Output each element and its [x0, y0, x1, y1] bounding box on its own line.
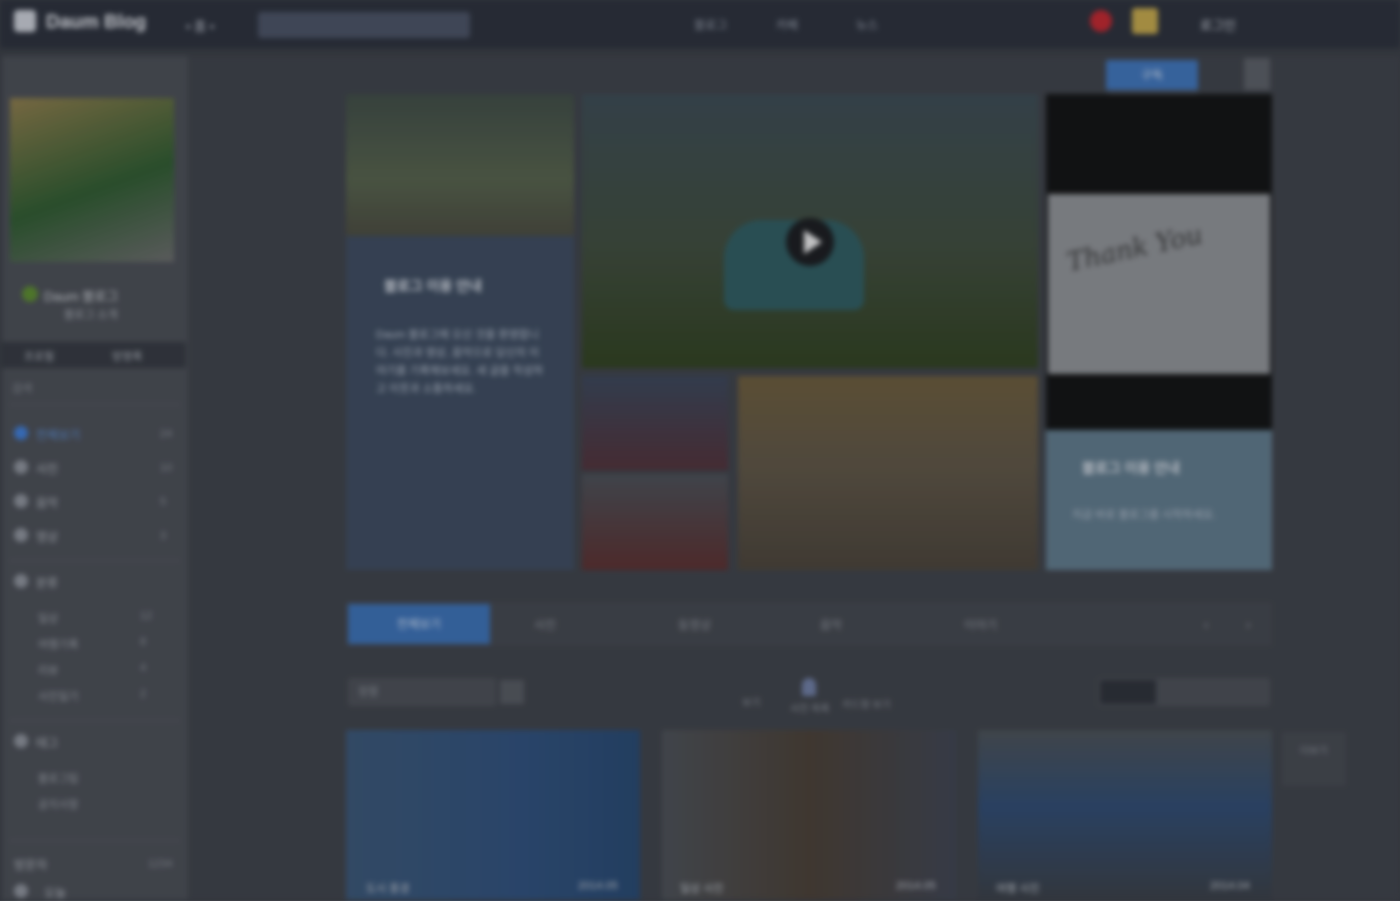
sidebar-divider: [10, 404, 180, 405]
category-count: 12: [140, 610, 153, 622]
tag-item[interactable]: 공지사항: [38, 796, 78, 812]
category-count: 2: [140, 688, 147, 700]
sidebar-item-music[interactable]: 음악: [36, 494, 58, 511]
sidebar-tab-guestbook[interactable]: 방명록: [112, 348, 142, 364]
brand-menu[interactable]: • 홈 •: [186, 16, 214, 35]
featured-card-title: 블로그 이용 안내: [384, 278, 482, 294]
today-icon: [14, 884, 28, 898]
post-card[interactable]: [662, 730, 956, 900]
sidebar-item-video[interactable]: 영상: [36, 528, 58, 545]
music-icon: [14, 494, 28, 508]
sidebar-divider: [10, 840, 180, 841]
user-avatar[interactable]: [1132, 8, 1158, 34]
more-widget[interactable]: [1282, 732, 1346, 786]
sidebar-section-tags[interactable]: 태그: [36, 734, 58, 751]
tab-photo[interactable]: 사진: [534, 616, 556, 633]
view-label: 카드형 보기: [842, 700, 891, 711]
sidebar-divider: [10, 720, 180, 721]
category-icon: [14, 574, 28, 588]
next-icon[interactable]: ›: [1246, 616, 1251, 632]
profile-name[interactable]: Daum 블로그: [44, 286, 118, 305]
tab-video[interactable]: 동영상: [678, 616, 711, 633]
sidebar-item-photo[interactable]: 사진: [36, 460, 58, 477]
post-card[interactable]: [978, 730, 1272, 900]
featured-card-text-light: 지금 바로 블로그를 시작하세요.: [1072, 509, 1216, 521]
tag-icon: [14, 734, 28, 748]
category-count: 4: [140, 662, 147, 674]
logo-icon[interactable]: [14, 10, 36, 32]
tab-music[interactable]: 음악: [820, 616, 842, 633]
sidebar-count: 24: [160, 428, 173, 440]
sort-chevron-icon[interactable]: [500, 680, 524, 704]
blog-page: Daum Blog • 홈 • 블로그 카페 뉴스 로그인 Daum 블로그 블…: [0, 0, 1400, 900]
sidebar-count: 5: [160, 496, 167, 508]
post-card-title: 여행 사진: [996, 883, 1040, 895]
category-item[interactable]: 여행기록: [38, 636, 78, 652]
category-item[interactable]: 사진일기: [38, 688, 78, 704]
featured-photo-beach[interactable]: [738, 376, 1038, 570]
sidebar-divider: [10, 560, 180, 561]
topnav-item-blog[interactable]: 블로그: [694, 16, 727, 33]
login-link[interactable]: 로그인: [1200, 15, 1236, 34]
topnav-item-cafe[interactable]: 카페: [776, 16, 798, 33]
scroll-handle[interactable]: [1244, 58, 1270, 90]
subscribe-button[interactable]: 구독: [1106, 60, 1198, 90]
sidebar-count: 10: [160, 462, 173, 474]
view-label: 보기: [742, 698, 761, 709]
brand-title[interactable]: Daum Blog: [46, 12, 146, 34]
sort-select[interactable]: 정렬: [348, 678, 496, 706]
post-card-date: 2014.05: [896, 880, 936, 892]
featured-card-text: Daum 블로그에 오신 것을 환영합니다. 사진과 영상, 음악으로 당신의 …: [376, 329, 544, 395]
post-card[interactable]: [346, 730, 640, 900]
view-toggle-card[interactable]: [1100, 680, 1156, 704]
record-icon[interactable]: [1090, 10, 1112, 32]
featured-photo-small[interactable]: [582, 376, 728, 470]
today-label: 오늘: [44, 886, 67, 900]
topnav-item-news[interactable]: 뉴스: [856, 16, 878, 33]
profile-photo[interactable]: [10, 98, 174, 262]
tab-story[interactable]: 이야기: [964, 616, 997, 633]
featured-photo-small[interactable]: [582, 474, 728, 570]
category-item[interactable]: 리뷰: [38, 662, 58, 678]
handwritten-note-image: [1048, 194, 1270, 374]
photo-icon: [14, 460, 28, 474]
search-input[interactable]: [258, 12, 470, 38]
featured-photo-tree[interactable]: [346, 94, 574, 236]
sidebar-section-category[interactable]: 분류: [36, 574, 58, 591]
all-posts-icon: [14, 426, 28, 440]
sidebar-search[interactable]: 검색: [12, 380, 32, 396]
sidebar-count: 3: [160, 530, 167, 542]
profile-subtitle: 블로그 소개: [64, 309, 118, 321]
view-label: 사진 목록: [790, 704, 830, 715]
play-icon: [804, 230, 822, 254]
sidebar-tab-profile[interactable]: 프로필: [24, 348, 54, 364]
category-count: 8: [140, 636, 147, 648]
post-card-date: 2014.04: [1210, 880, 1250, 892]
post-card-title: 일상 사진: [680, 883, 724, 895]
prev-icon[interactable]: ‹: [1204, 616, 1209, 632]
visitor-label: 방문자: [14, 858, 48, 872]
post-card-title: 도시 풍경: [366, 883, 410, 895]
featured-mosaic: 블로그 이용 안내 Daum 블로그에 오신 것을 환영합니다. 사진과 영상,…: [346, 94, 1272, 570]
sidebar-item-all[interactable]: 전체보기: [36, 426, 80, 443]
tab-all[interactable]: 전체보기: [348, 604, 490, 644]
featured-text-card-light[interactable]: [1046, 430, 1272, 570]
featured-card-title-light: 블로그 이용 안내: [1082, 460, 1180, 476]
more-label: 더보기: [1300, 746, 1328, 757]
tag-item[interactable]: 블로그팁: [38, 770, 78, 786]
category-item[interactable]: 일상: [38, 610, 58, 626]
visitor-count: 1234: [148, 858, 173, 870]
location-icon[interactable]: [802, 678, 816, 696]
profile-badge-icon: [22, 286, 38, 302]
video-icon: [14, 528, 28, 542]
post-card-date: 2014.05: [578, 880, 618, 892]
